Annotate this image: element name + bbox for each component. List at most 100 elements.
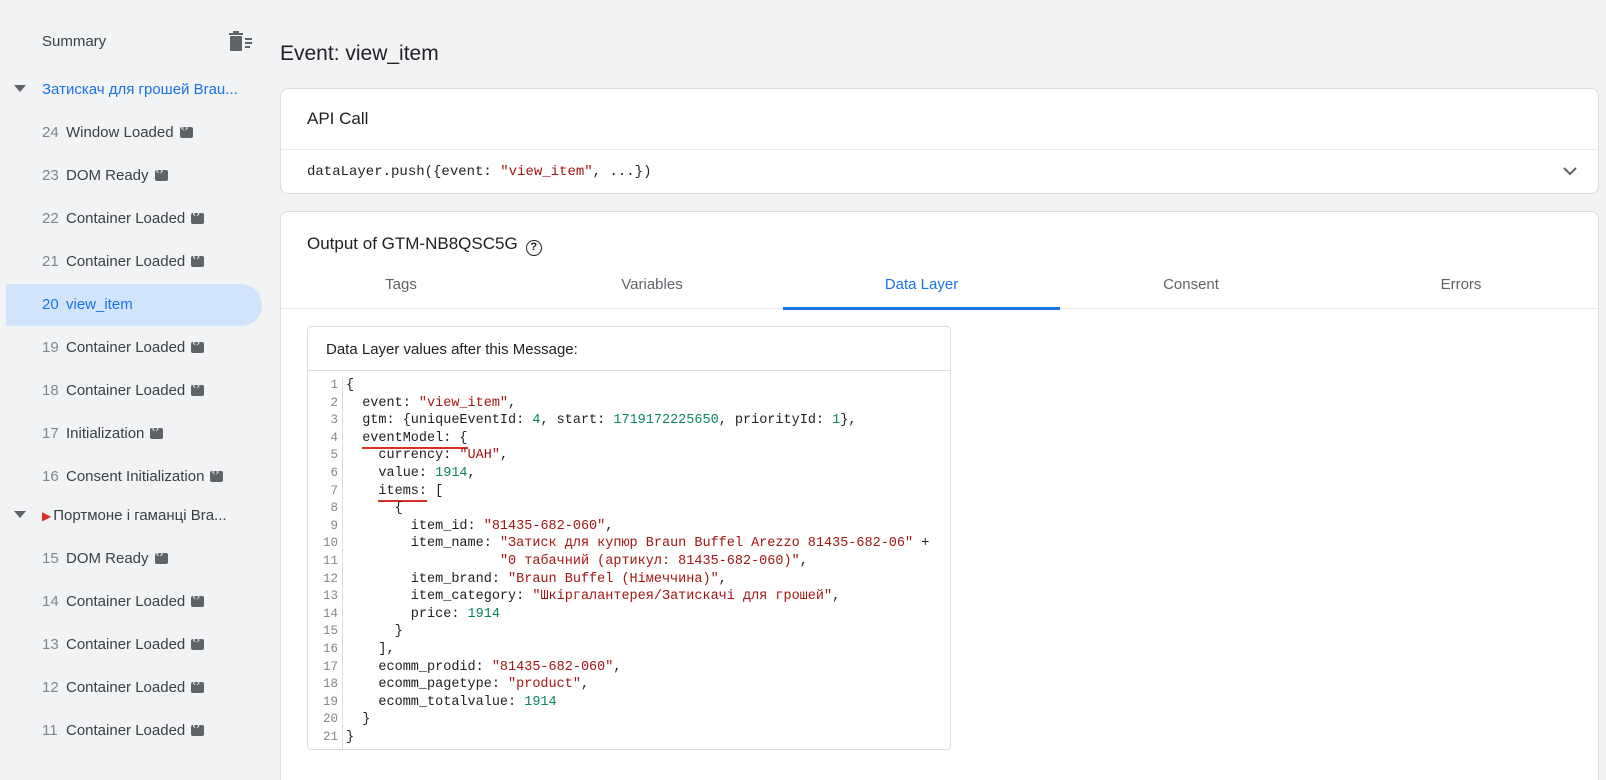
- chevron-down-icon[interactable]: [1562, 165, 1578, 177]
- event-number: 17: [42, 425, 59, 442]
- sidebar-event-item[interactable]: 14 Container Loaded: [6, 581, 262, 623]
- sidebar-event-item[interactable]: 17 Initialization: [6, 413, 262, 455]
- tab-errors[interactable]: Errors: [1322, 264, 1600, 309]
- event-name-text: Container Loaded: [66, 722, 186, 739]
- sidebar-event-item[interactable]: 11 Container Loaded: [6, 710, 262, 752]
- event-name: DOM Ready: [66, 166, 168, 184]
- flag-icon: ▶: [42, 509, 52, 523]
- event-name-text: Container Loaded: [66, 210, 186, 227]
- line-content: }: [346, 623, 403, 641]
- api-code-suffix: , ...}): [592, 164, 652, 180]
- line-number: 21: [322, 729, 338, 744]
- event-name-text: DOM Ready: [66, 550, 149, 567]
- sidebar-group-label[interactable]: ▶ Портмоне і гаманці Bra...: [42, 507, 257, 524]
- data-layer-code[interactable]: 1{2 event: "view_item", 3 gtm: {uniqueEve…: [308, 377, 950, 746]
- code-token: {: [346, 501, 403, 517]
- code-token: ],: [346, 641, 395, 657]
- code-token: "UAH": [459, 448, 500, 464]
- code-token: }: [346, 729, 355, 745]
- event-number: 19: [42, 339, 59, 356]
- event-name: Container Loaded: [66, 721, 205, 739]
- event-number: 20: [42, 296, 59, 313]
- line-content: eventModel: {: [346, 430, 468, 449]
- sidebar-event-item[interactable]: 19 Container Loaded: [6, 327, 262, 369]
- sidebar-group[interactable]: ▶ Портмоне і гаманці Bra...: [0, 501, 262, 531]
- sidebar-group-text: Затискач для грошей Brau...: [42, 81, 238, 98]
- event-number: 23: [42, 167, 59, 184]
- line-content: value: 1914,: [346, 465, 475, 483]
- sidebar-event-item[interactable]: 24 Window Loaded: [6, 112, 262, 154]
- code-token: },: [840, 413, 857, 429]
- code-token: , priorityId:: [718, 413, 833, 429]
- line-number: 3: [330, 413, 338, 428]
- line-content: gtm: {uniqueEventId: 4, start: 171917222…: [346, 412, 856, 430]
- code-icon: [191, 592, 205, 607]
- event-name-text: Container Loaded: [66, 636, 186, 653]
- code-line: 12 item_brand: "Braun Buffel (Німеччина)…: [308, 571, 950, 589]
- line-content: item_brand: "Braun Buffel (Німеччина)",: [346, 571, 727, 589]
- line-content: }: [346, 711, 370, 729]
- event-name-text: Consent Initialization: [66, 468, 205, 485]
- sidebar-event-item[interactable]: 21 Container Loaded: [6, 241, 262, 283]
- sidebar-event-item[interactable]: 16 Consent Initialization: [6, 456, 262, 498]
- line-number: 5: [330, 448, 338, 463]
- event-name-text: view_item: [66, 296, 133, 313]
- code-token: ,: [605, 518, 614, 534]
- line-content: items: [: [346, 483, 443, 502]
- sidebar-group[interactable]: Затискач для грошей Brau...: [0, 75, 262, 105]
- line-content: ecomm_prodid: "81435-682-060",: [346, 659, 621, 677]
- code-line: 16 ],: [308, 641, 950, 659]
- event-name: Container Loaded: [66, 678, 205, 696]
- output-title: Output of GTM-NB8QSC5G?: [307, 234, 542, 256]
- sidebar-group-label[interactable]: Затискач для грошей Brau...: [42, 81, 257, 98]
- line-number: 13: [322, 589, 338, 604]
- help-icon[interactable]: ?: [525, 240, 542, 256]
- summary-label[interactable]: Summary: [42, 33, 106, 50]
- code-icon: [191, 635, 205, 650]
- event-number: 13: [42, 636, 59, 653]
- tab-consent[interactable]: Consent: [1060, 264, 1322, 309]
- event-name-text: Container Loaded: [66, 253, 186, 270]
- code-line: 5 currency: "UAH",: [308, 447, 950, 465]
- event-number: 14: [42, 593, 59, 610]
- line-content: }: [346, 729, 354, 747]
- code-token: "81435-682-060": [483, 518, 606, 534]
- code-icon: [191, 252, 205, 267]
- sidebar-event-item[interactable]: 18 Container Loaded: [6, 370, 262, 412]
- api-code-string: "view_item": [500, 164, 593, 180]
- sidebar-event-item[interactable]: 13 Container Loaded: [6, 624, 262, 666]
- sidebar-event-item[interactable]: 22 Container Loaded: [6, 198, 262, 240]
- sidebar-event-item[interactable]: 20 view_item: [6, 284, 262, 326]
- code-token: , start:: [540, 413, 614, 429]
- event-number: 16: [42, 468, 59, 485]
- tab-tags[interactable]: Tags: [281, 264, 521, 309]
- line-number: 7: [330, 483, 338, 498]
- code-icon: [191, 721, 205, 736]
- code-token: currency:: [346, 448, 460, 464]
- summary-row[interactable]: Summary: [42, 31, 257, 53]
- sidebar-event-item[interactable]: 23 DOM Ready: [6, 155, 262, 197]
- event-number: 12: [42, 679, 59, 696]
- sidebar-group-text: Портмоне і гаманці Bra...: [53, 507, 227, 524]
- code-line: 3 gtm: {uniqueEventId: 4, start: 1719172…: [308, 412, 950, 430]
- code-token: }: [346, 712, 371, 728]
- code-line: 2 event: "view_item",: [308, 395, 950, 413]
- sidebar-event-item[interactable]: 15 DOM Ready: [6, 538, 262, 580]
- tab-bar: Tags Variables Data Layer Consent Errors: [281, 264, 1600, 310]
- data-layer-header-label: Data Layer values after this Message:: [326, 341, 578, 358]
- code-token: "view_item": [418, 395, 509, 411]
- code-token: item_name:: [346, 536, 500, 552]
- sidebar-event-item[interactable]: 12 Container Loaded: [6, 667, 262, 709]
- code-line: 8 {: [308, 500, 950, 518]
- data-layer-header: Data Layer values after this Message:: [308, 327, 950, 371]
- line-number: 6: [330, 465, 338, 480]
- tab-variables[interactable]: Variables: [521, 264, 783, 309]
- caret-down-icon[interactable]: [14, 511, 26, 518]
- clear-messages-icon[interactable]: [228, 31, 254, 53]
- tab-data-layer[interactable]: Data Layer: [783, 264, 1060, 310]
- event-name-text: Container Loaded: [66, 339, 186, 356]
- caret-down-icon[interactable]: [14, 85, 26, 92]
- line-number: 4: [330, 430, 338, 445]
- event-number: 22: [42, 210, 59, 227]
